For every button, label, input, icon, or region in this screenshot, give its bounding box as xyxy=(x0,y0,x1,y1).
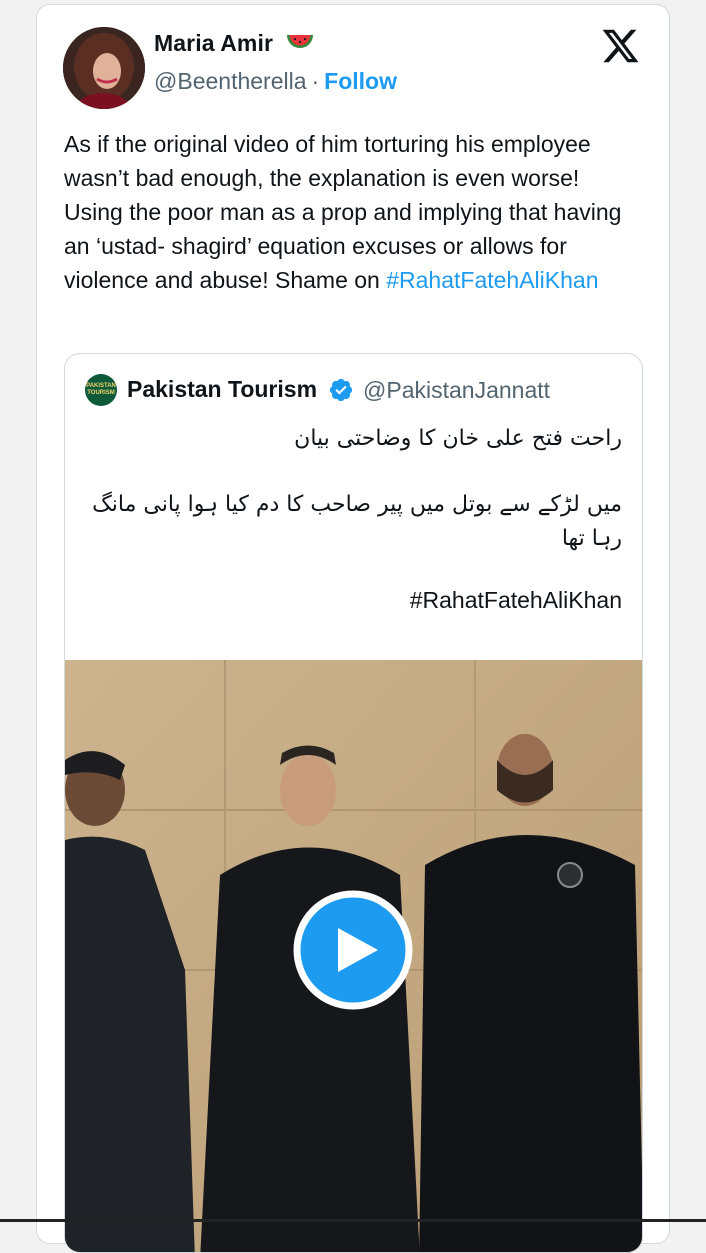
quoted-author-handle[interactable]: @PakistanJannatt xyxy=(363,377,550,404)
separator-dot: · xyxy=(311,68,320,94)
quoted-urdu-line-1: راحت فتح علی خان کا وضاحتی بیان xyxy=(294,426,622,451)
watermelon-icon xyxy=(286,31,314,58)
author-handle[interactable]: @Beentherella xyxy=(154,68,307,94)
quoted-urdu-line-2: میں لڑکے سے بوتل میں پیر صاحب کا دم کیا … xyxy=(92,492,622,551)
play-icon[interactable] xyxy=(293,890,413,1010)
author-avatar[interactable] xyxy=(63,27,145,109)
tweet-text: As if the original video of him torturin… xyxy=(64,127,644,297)
quoted-author-name[interactable]: Pakistan Tourism xyxy=(127,376,317,403)
quoted-hashtag[interactable]: #RahatFatehAliKhan xyxy=(410,587,622,614)
follow-button[interactable]: Follow xyxy=(324,68,397,94)
quoted-tweet[interactable]: PAKISTAN TOURISM Pakistan Tourism @Pakis… xyxy=(64,353,643,1253)
video-thumbnail[interactable] xyxy=(65,660,642,1252)
author-name[interactable]: Maria Amir xyxy=(154,30,314,58)
quoted-avatar[interactable]: PAKISTAN TOURISM xyxy=(85,374,117,406)
tweet-hashtag-link[interactable]: #RahatFatehAliKhan xyxy=(386,267,598,293)
x-logo-icon[interactable] xyxy=(600,26,641,66)
author-handle-row: @Beentherella · Follow xyxy=(154,68,397,95)
verified-badge-icon xyxy=(329,378,353,402)
